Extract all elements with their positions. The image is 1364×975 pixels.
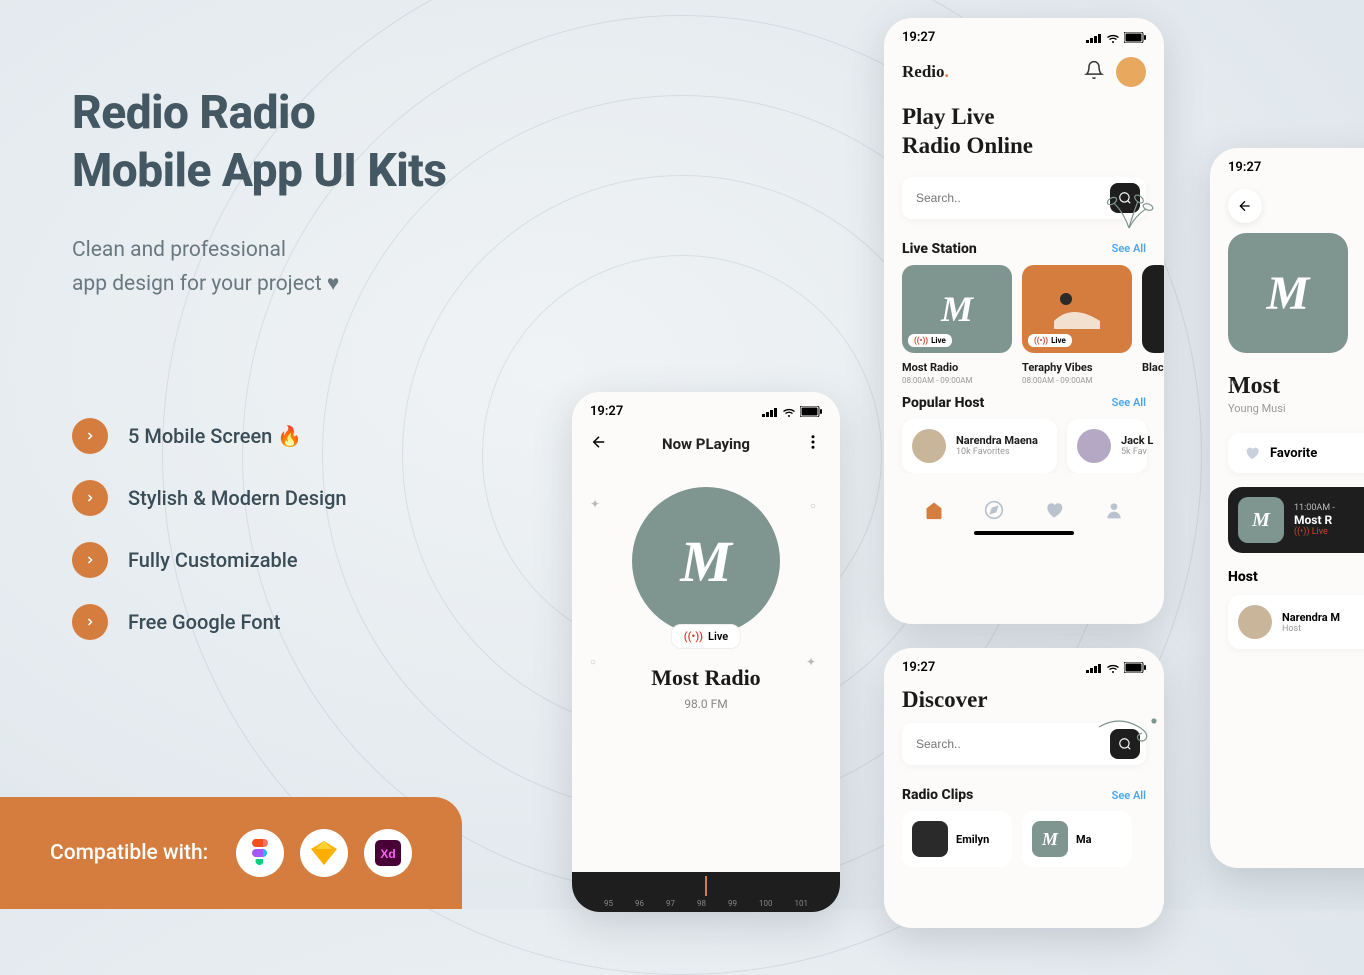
station-name: Most Radio — [572, 665, 840, 691]
signal-icon — [1086, 663, 1102, 673]
clip-thumb — [912, 821, 948, 857]
home-indicator — [974, 531, 1074, 535]
stations-row: M ((•))Live Most Radio 08:00AM - 09:00AM… — [884, 265, 1164, 385]
see-all-link[interactable]: See All — [1112, 396, 1146, 409]
status-time: 19:27 — [902, 660, 935, 675]
station-card[interactable]: M ((•))Live Most Radio 08:00AM - 09:00AM — [902, 265, 1012, 385]
nav-heart-icon[interactable] — [1043, 499, 1065, 521]
host-card[interactable]: Jack L 5k Fav — [1067, 419, 1147, 473]
clips-row: Emilyn M Ma — [884, 811, 1164, 867]
avatar — [1077, 429, 1111, 463]
bottom-nav — [884, 483, 1164, 525]
leaf-decoration-icon — [1104, 193, 1154, 233]
chevron-right-icon — [72, 604, 108, 640]
hero-tagline: Clean and professional app design for yo… — [72, 234, 572, 301]
station-detail-screen: 19:27 M ○ Most Young Musi Favorite M 11:… — [1210, 148, 1364, 868]
figma-icon — [236, 829, 284, 877]
nav-home-icon[interactable] — [923, 499, 945, 521]
chevron-right-icon — [72, 542, 108, 578]
live-badge: ((•))Live — [908, 334, 952, 347]
search-input[interactable] — [916, 191, 1110, 205]
see-all-link[interactable]: See All — [1112, 242, 1146, 255]
status-time: 19:27 — [902, 30, 935, 45]
favorite-button[interactable]: Favorite — [1228, 433, 1364, 473]
battery-icon — [1124, 662, 1146, 673]
discover-screen: 19:27 Discover Radio Clips See All Emily… — [884, 648, 1164, 928]
avatar[interactable] — [1116, 57, 1146, 87]
features-list: 5 Mobile Screen 🔥 Stylish & Modern Desig… — [72, 418, 347, 666]
clip-card[interactable]: M Ma — [1022, 811, 1132, 867]
feature-item: Fully Customizable — [72, 542, 347, 578]
chevron-right-icon — [72, 418, 108, 454]
signal-icon — [1086, 33, 1102, 43]
station-card[interactable]: ((•))Live Teraphy Vibes 08:00AM - 09:00A… — [1022, 265, 1132, 385]
status-time: 19:27 — [1228, 160, 1261, 175]
feature-label: Fully Customizable — [128, 548, 298, 572]
wifi-icon — [1106, 33, 1120, 43]
svg-text:Xd: Xd — [380, 847, 395, 861]
hero-title: Redio Radio Mobile App UI Kits — [72, 85, 572, 200]
battery-icon — [800, 406, 822, 417]
sketch-icon — [300, 829, 348, 877]
feature-label: Free Google Font — [128, 610, 280, 634]
back-button[interactable] — [1228, 189, 1262, 223]
album-art: M ((•))Live — [632, 487, 780, 635]
now-playing-bar[interactable]: M 11:00AM - Most R ((•)) Live — [1228, 487, 1364, 553]
more-icon[interactable] — [804, 433, 822, 455]
now-playing-title: Now PLaying — [662, 435, 750, 453]
popular-host-heading: Popular Host — [902, 395, 984, 411]
clip-thumb: M — [1032, 821, 1068, 857]
brand-logo: Redio. — [902, 62, 949, 82]
nav-profile-icon[interactable] — [1103, 499, 1125, 521]
live-badge: ((•))Live — [671, 624, 741, 649]
battery-icon — [1124, 32, 1146, 43]
status-bar: 19:27 — [884, 18, 1164, 49]
feature-item: Stylish & Modern Design — [72, 480, 347, 516]
host-heading: Host — [1228, 569, 1364, 585]
avatar — [912, 429, 946, 463]
feature-item: Free Google Font — [72, 604, 347, 640]
host-card[interactable]: Narendra M Host — [1228, 595, 1364, 649]
nav-compass-icon[interactable] — [983, 499, 1005, 521]
feature-label: Stylish & Modern Design — [128, 486, 347, 510]
wifi-icon — [782, 407, 796, 417]
station-frequency: 98.0 FM — [572, 697, 840, 711]
hero-section: Redio Radio Mobile App UI Kits Clean and… — [72, 85, 572, 301]
compat-label: Compatible with: — [50, 841, 208, 865]
feature-item: 5 Mobile Screen 🔥 — [72, 418, 347, 454]
feature-label: 5 Mobile Screen 🔥 — [128, 424, 302, 448]
back-button[interactable] — [590, 433, 608, 455]
status-bar: 19:27 — [1210, 148, 1364, 179]
now-playing-thumb: M — [1238, 497, 1284, 543]
signal-icon — [762, 407, 778, 417]
live-badge: ((•))Live — [1028, 334, 1072, 347]
status-bar: 19:27 — [884, 648, 1164, 679]
chevron-right-icon — [72, 480, 108, 516]
now-playing-screen: 19:27 Now PLaying ✦ ○ ○ ✦ M ((•))Live Mo… — [572, 392, 840, 912]
hosts-row: Narendra Maena 10k Favorites Jack L 5k F… — [884, 419, 1164, 473]
wifi-icon — [1106, 663, 1120, 673]
host-card[interactable]: Narendra Maena 10k Favorites — [902, 419, 1057, 473]
station-cover: M — [1228, 233, 1348, 353]
adobe-xd-icon: Xd — [364, 829, 412, 877]
compatibility-banner: Compatible with: Xd — [0, 797, 462, 909]
radio-clips-heading: Radio Clips — [902, 787, 973, 803]
heart-icon — [1244, 445, 1260, 461]
tuner[interactable]: 95 96 97 98 99 100 101 — [572, 872, 840, 912]
status-time: 19:27 — [590, 404, 623, 419]
see-all-link[interactable]: See All — [1112, 789, 1146, 802]
swirl-decoration-icon — [1094, 707, 1164, 747]
notification-icon[interactable] — [1084, 60, 1104, 84]
search-input[interactable] — [916, 737, 1110, 751]
station-card[interactable]: Blac — [1142, 265, 1164, 385]
avatar — [1238, 605, 1272, 639]
station-subtitle: Young Musi — [1210, 402, 1364, 415]
home-screen: 19:27 Redio. Play Live Radio Online Live… — [884, 18, 1164, 624]
page-title: Play Live Radio Online — [884, 95, 1164, 173]
live-station-heading: Live Station — [902, 241, 977, 257]
status-bar: 19:27 — [572, 392, 840, 423]
clip-card[interactable]: Emilyn — [902, 811, 1012, 867]
